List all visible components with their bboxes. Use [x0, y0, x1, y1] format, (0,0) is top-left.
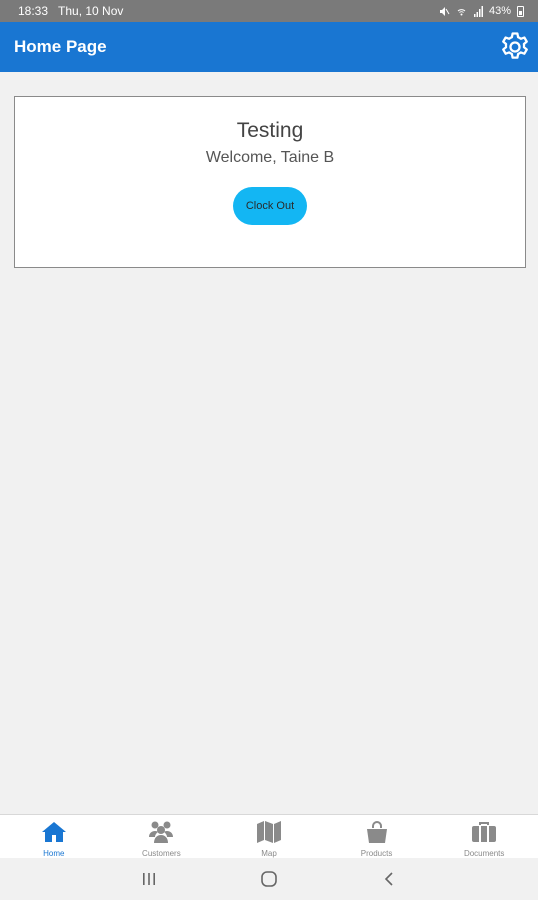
nav-label-documents: Documents: [463, 849, 505, 858]
people-icon: [147, 819, 175, 845]
wifi-icon: [457, 8, 466, 15]
welcome-card: Testing Welcome, Taine B Clock Out: [14, 96, 526, 268]
nav-item-documents[interactable]: Documents: [430, 815, 538, 858]
nav-item-customers[interactable]: Customers: [108, 815, 216, 858]
recent-apps-button[interactable]: [133, 863, 165, 895]
battery-icon: [517, 5, 524, 17]
bottom-nav: Home Customers Map Products Documents: [0, 814, 538, 858]
home-icon: [41, 819, 67, 845]
nav-item-products[interactable]: Products: [323, 815, 431, 858]
status-right: 43%: [439, 5, 524, 17]
status-time: 18:33: [18, 4, 49, 18]
status-left: 18:33 Thu, 10 Nov: [18, 4, 123, 18]
signal-icon: [473, 5, 483, 17]
app-bar: Home Page: [0, 22, 538, 72]
nav-label-map: Map: [261, 849, 277, 858]
welcome-text: Welcome, Taine B: [205, 149, 335, 166]
system-nav-bar: [0, 858, 538, 900]
nav-label-customers: Customers: [142, 849, 181, 858]
settings-button[interactable]: [492, 22, 538, 72]
briefcase-icon: [471, 819, 497, 845]
nav-label-products: Products: [360, 849, 393, 858]
shopping-bag-icon: [365, 819, 389, 845]
system-home-button[interactable]: [253, 863, 285, 895]
recent-apps-icon: [143, 873, 155, 885]
mute-icon: [439, 6, 450, 16]
map-icon: [256, 819, 282, 845]
page-title: Home Page: [14, 37, 107, 56]
nav-item-map[interactable]: Map: [215, 815, 323, 858]
back-button[interactable]: [373, 863, 405, 895]
gear-icon: [502, 32, 528, 59]
clock-out-button[interactable]: Clock Out: [233, 187, 307, 225]
battery-percent: 43%: [488, 5, 511, 17]
nav-item-home[interactable]: Home: [0, 815, 108, 858]
card-title: Testing: [236, 119, 304, 142]
back-icon: [384, 872, 393, 886]
home-circle-icon: [261, 871, 277, 887]
status-bar: 18:33 Thu, 10 Nov 43%: [0, 0, 538, 22]
status-date: Thu, 10 Nov: [58, 4, 124, 18]
nav-label-home: Home: [43, 849, 65, 858]
